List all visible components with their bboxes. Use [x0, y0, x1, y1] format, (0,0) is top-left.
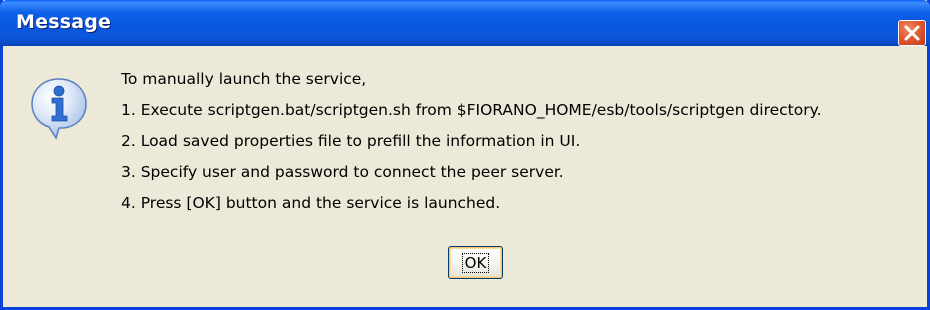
- message-dialog: Message To manually launch the service, …: [0, 0, 930, 310]
- ok-button-label: OK: [461, 252, 490, 273]
- message-line: 2. Load saved properties file to prefill…: [121, 132, 581, 150]
- message-line: To manually launch the service,: [121, 70, 367, 88]
- ok-button[interactable]: OK: [448, 246, 503, 279]
- close-button[interactable]: [898, 20, 926, 46]
- message-line: 4. Press [OK] button and the service is …: [121, 194, 501, 212]
- message-text: To manually launch the service, 1. Execu…: [121, 70, 822, 219]
- message-line: 3. Specify user and password to connect …: [121, 163, 564, 181]
- message-line: 1. Execute scriptgen.bat/scriptgen.sh fr…: [121, 101, 822, 119]
- window-title: Message: [16, 11, 112, 33]
- close-icon: [904, 25, 920, 41]
- info-icon: [31, 78, 87, 140]
- title-bar[interactable]: Message: [0, 0, 930, 46]
